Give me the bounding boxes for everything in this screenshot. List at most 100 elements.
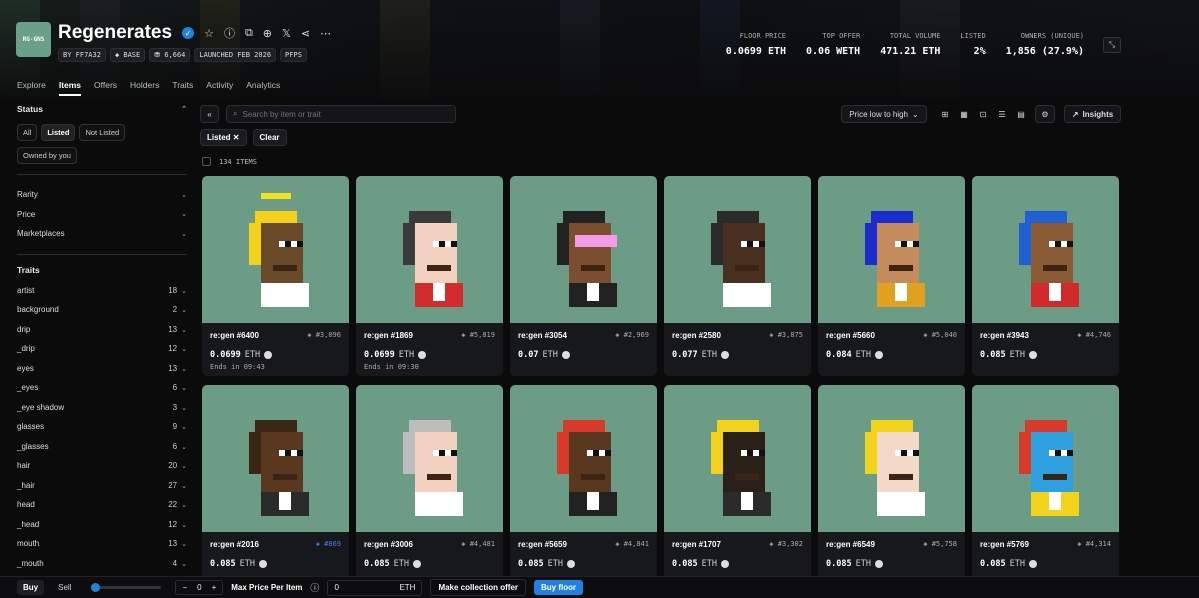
- nft-card[interactable]: re:gen #5659 ◈ #4,841 0.085 ETH: [510, 385, 657, 585]
- nft-art[interactable]: [510, 385, 657, 532]
- nft-image: [248, 192, 309, 307]
- collapse-header-button[interactable]: ⤡: [1103, 37, 1121, 53]
- nft-card[interactable]: re:gen #1869 ◈ #5,819 0.0699 ETH Ends in 09:…: [356, 176, 503, 376]
- eth-icon: [412, 560, 421, 568]
- nft-art[interactable]: [202, 385, 349, 532]
- make-collection-offer-button[interactable]: Make collection offer: [430, 579, 527, 596]
- grid-large-icon[interactable]: ⊞: [937, 105, 953, 123]
- tab-analytics[interactable]: Analytics: [246, 80, 280, 96]
- search-box[interactable]: ⌕: [226, 105, 456, 123]
- nft-card[interactable]: re:gen #5769 ◈ #4,314 0.085 ETH: [972, 385, 1119, 585]
- tab-offers[interactable]: Offers: [94, 80, 117, 96]
- trait-row[interactable]: _hair 27 ⌄: [17, 476, 187, 496]
- nft-art[interactable]: [818, 176, 965, 323]
- max-price-input[interactable]: 0 ETH: [327, 579, 423, 596]
- nft-image: [556, 419, 617, 516]
- nft-art[interactable]: [356, 176, 503, 323]
- info-icon[interactable]: ⓘ: [310, 581, 319, 594]
- trait-count: 13: [168, 324, 178, 334]
- trait-row[interactable]: eyes 13 ⌄: [17, 359, 187, 379]
- quantity-value[interactable]: 0: [197, 583, 201, 592]
- status-pill-listed[interactable]: Listed: [41, 124, 76, 141]
- more-icon[interactable]: ⋯: [320, 27, 331, 40]
- max-price-value[interactable]: 0: [334, 583, 338, 592]
- clear-filters-button[interactable]: Clear: [252, 129, 287, 146]
- nft-card[interactable]: re:gen #3943 ◈ #4,746 0.085 ETH: [972, 176, 1119, 376]
- copy-icon[interactable]: ⧉: [245, 27, 253, 40]
- trait-row[interactable]: background 2 ⌄: [17, 300, 187, 320]
- tab-items[interactable]: Items: [58, 80, 82, 96]
- nft-art[interactable]: [664, 385, 811, 532]
- list-view-icon[interactable]: ☰: [994, 105, 1010, 123]
- tab-holders[interactable]: Holders: [130, 80, 159, 96]
- filter-rarity[interactable]: Rarity ⌄: [17, 185, 187, 205]
- nft-card[interactable]: re:gen #2016 ◈ #869 0.085 ETH: [202, 385, 349, 585]
- slider-handle[interactable]: [91, 583, 101, 592]
- status-header[interactable]: Status ⌃: [17, 104, 187, 114]
- filter-marketplaces[interactable]: Marketplaces ⌄: [17, 224, 187, 244]
- buy-toggle[interactable]: Buy: [17, 580, 45, 595]
- trait-row[interactable]: _glasses 6 ⌄: [17, 437, 187, 457]
- nft-name-row: re:gen #3006 ◈ #4,481: [364, 540, 495, 549]
- tab-explore[interactable]: Explore: [17, 80, 46, 96]
- sell-toggle[interactable]: Sell: [52, 580, 77, 595]
- status-pill-all[interactable]: All: [17, 124, 38, 141]
- grid-medium-icon[interactable]: ▦: [956, 105, 972, 123]
- trait-row[interactable]: hair 20 ⌄: [17, 456, 187, 476]
- sweep-slider[interactable]: [91, 583, 162, 592]
- trait-row[interactable]: _eye shadow 3 ⌄: [17, 398, 187, 418]
- filter-price[interactable]: Price ⌄: [17, 205, 187, 225]
- status-pill-owned-by-you[interactable]: Owned by you: [17, 147, 77, 164]
- share-icon[interactable]: ⋖: [301, 27, 310, 40]
- trait-row[interactable]: _eyes 6 ⌄: [17, 378, 187, 398]
- nft-card[interactable]: re:gen #2580 ◈ #3,875 0.077 ETH: [664, 176, 811, 376]
- nft-art[interactable]: [818, 385, 965, 532]
- plus-button[interactable]: +: [212, 583, 217, 592]
- minus-button[interactable]: −: [182, 583, 187, 592]
- sort-dropdown[interactable]: Price low to high ⌄: [841, 105, 927, 123]
- nft-meta: re:gen #5769 ◈ #4,314 0.085 ETH: [972, 532, 1119, 569]
- info-icon[interactable]: ⓘ: [224, 25, 235, 41]
- nft-card[interactable]: re:gen #3054 ◈ #2,969 0.07 ETH: [510, 176, 657, 376]
- rank-icon: ◈: [1077, 540, 1086, 548]
- trait-count: 6: [172, 441, 178, 451]
- globe-icon[interactable]: ⊕: [263, 27, 272, 40]
- star-icon[interactable]: ☆: [204, 27, 214, 40]
- nft-art[interactable]: [356, 385, 503, 532]
- nft-card[interactable]: re:gen #3006 ◈ #4,481 0.085 ETH: [356, 385, 503, 585]
- trait-row[interactable]: artist 18 ⌄: [17, 281, 187, 301]
- trait-row[interactable]: _drip 12 ⌄: [17, 339, 187, 359]
- nft-card[interactable]: re:gen #6400 ◈ #3,096 0.0699 ETH Ends in 09:…: [202, 176, 349, 376]
- nft-art[interactable]: [664, 176, 811, 323]
- nft-card[interactable]: re:gen #6549 ◈ #5,758 0.085 ETH: [818, 385, 965, 585]
- trait-row[interactable]: mouth 13 ⌄: [17, 534, 187, 554]
- trait-row[interactable]: _mouth 4 ⌄: [17, 554, 187, 574]
- trait-row[interactable]: drip 13 ⌄: [17, 320, 187, 340]
- table-view-icon[interactable]: ▤: [1013, 105, 1029, 123]
- status-pill-not-listed[interactable]: Not Listed: [79, 124, 126, 141]
- search-input[interactable]: [242, 109, 443, 119]
- settings-icon[interactable]: ⚙: [1035, 105, 1055, 123]
- trait-row[interactable]: glasses 9 ⌄: [17, 417, 187, 437]
- trait-row[interactable]: head 22 ⌄: [17, 495, 187, 515]
- nft-art[interactable]: [972, 176, 1119, 323]
- listed-filter-chip[interactable]: Listed ✕: [200, 129, 247, 146]
- grid-small-icon[interactable]: ⊡: [975, 105, 991, 123]
- buy-floor-button[interactable]: Buy floor: [534, 580, 584, 595]
- tab-activity[interactable]: Activity: [206, 80, 233, 96]
- close-icon[interactable]: ✕: [233, 133, 240, 142]
- x-icon[interactable]: 𝕏: [282, 27, 291, 40]
- nft-card[interactable]: re:gen #1707 ◈ #3,302 0.085 ETH: [664, 385, 811, 585]
- insights-button[interactable]: ↗ Insights: [1064, 105, 1121, 123]
- nft-art[interactable]: [202, 176, 349, 323]
- trait-count: 12: [168, 344, 178, 354]
- eth-icon: [566, 560, 575, 568]
- collapse-sidebar-button[interactable]: «: [200, 105, 219, 123]
- chevron-down-icon: ⌄: [181, 307, 187, 315]
- nft-art[interactable]: [972, 385, 1119, 532]
- tab-traits[interactable]: Traits: [172, 80, 193, 96]
- select-all-checkbox[interactable]: [202, 157, 211, 166]
- nft-art[interactable]: [510, 176, 657, 323]
- trait-row[interactable]: _head 12 ⌄: [17, 515, 187, 535]
- nft-card[interactable]: re:gen #5660 ◈ #5,040 0.084 ETH: [818, 176, 965, 376]
